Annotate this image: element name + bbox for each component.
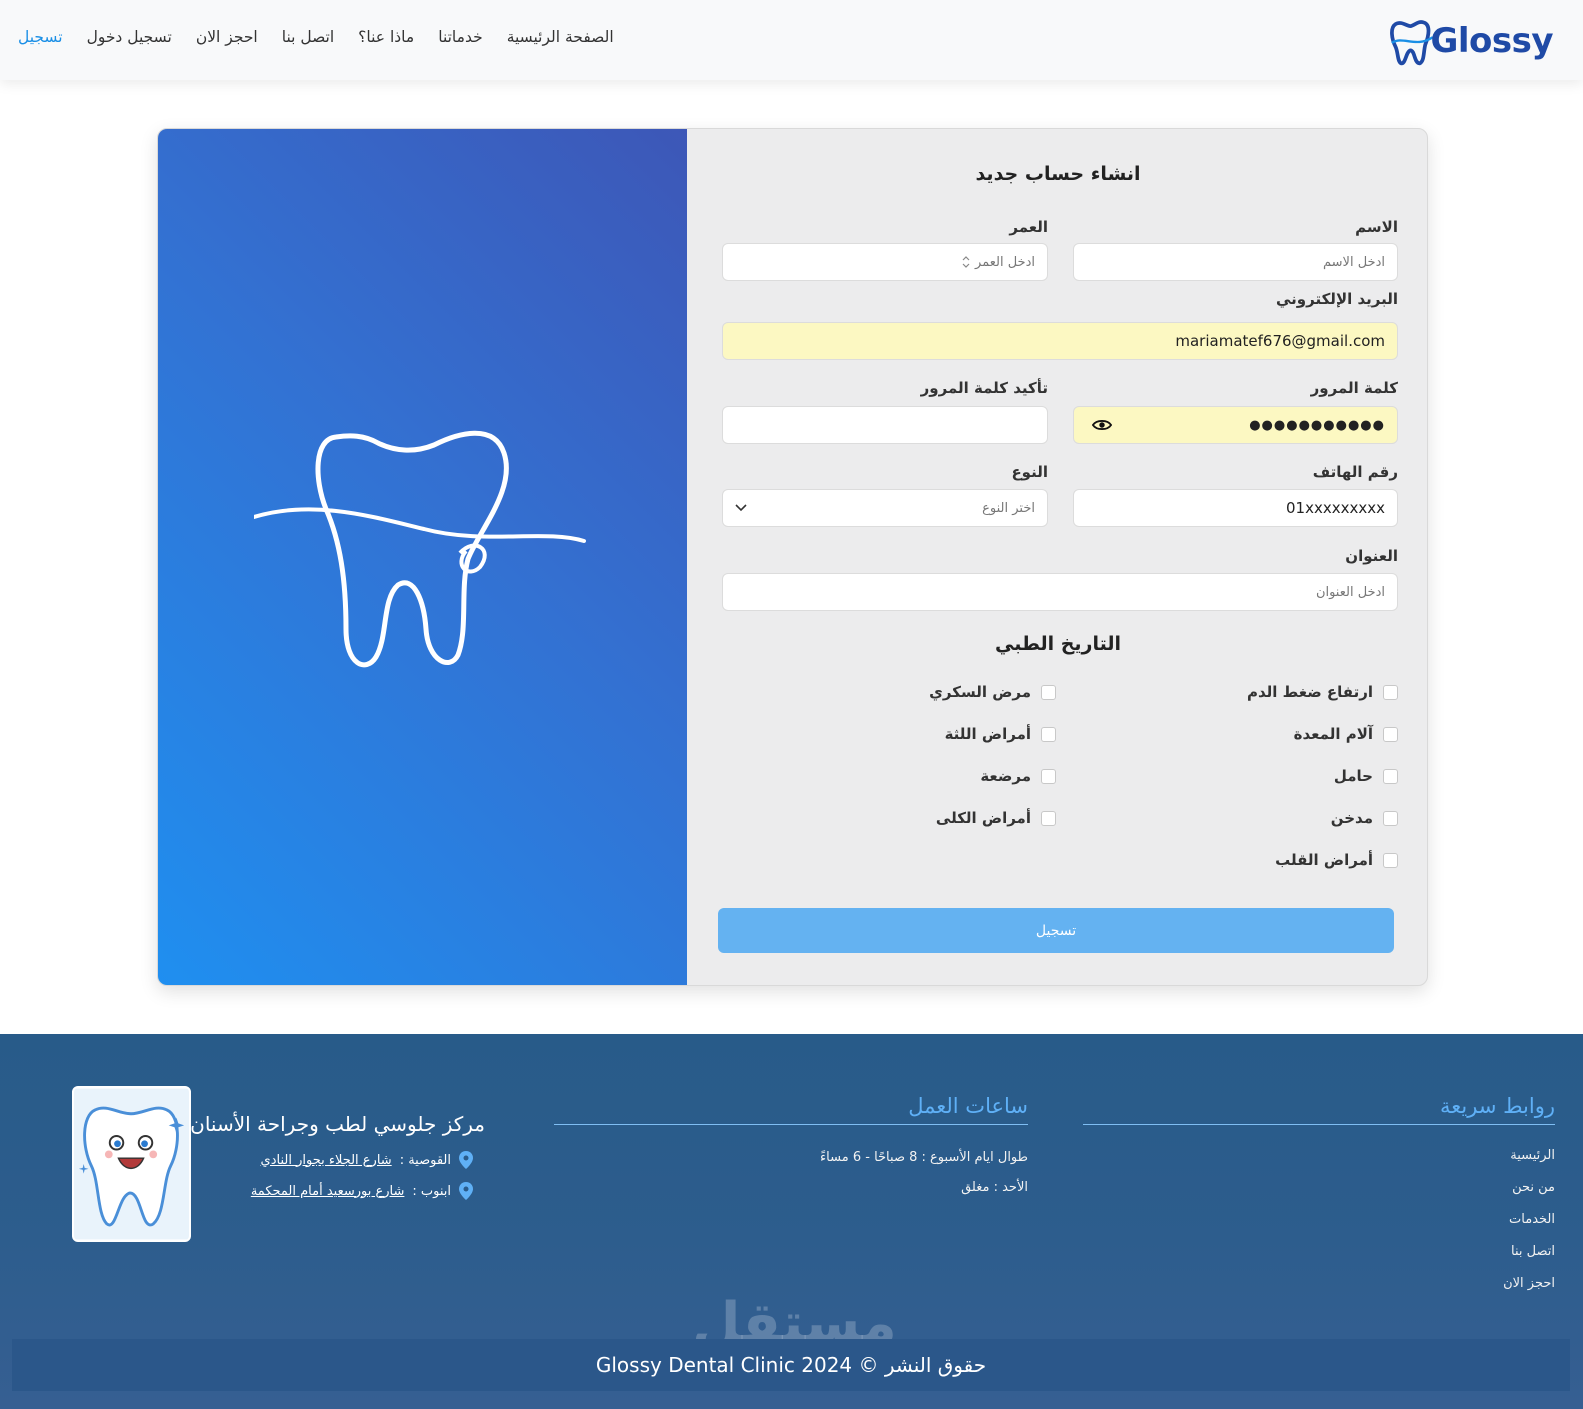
- checkbox-smoker[interactable]: مدخن: [1331, 809, 1398, 827]
- spinner-arrows-icon[interactable]: [961, 255, 971, 269]
- nav-link-about[interactable]: ماذا عنا؟: [358, 28, 414, 46]
- checkbox-diabetes[interactable]: مرض السكري: [929, 683, 1056, 701]
- copyright-bar: حقوق النشر © Glossy Dental Clinic 2024: [12, 1339, 1570, 1391]
- footer-link-book[interactable]: احجز الان: [1503, 1276, 1555, 1291]
- age-input[interactable]: ادخل العمر: [722, 243, 1048, 281]
- confirm-password-input[interactable]: [722, 406, 1048, 444]
- nav-link-services[interactable]: خدماتنا: [438, 28, 482, 46]
- hours-weekdays: طوال ايام الأسبوع : 8 صباحًا - 6 مساءً: [820, 1150, 1028, 1165]
- gender-label: النوع: [1011, 463, 1048, 481]
- location-pin-icon: [459, 1151, 473, 1169]
- logo-text: Glossy: [1430, 21, 1553, 61]
- address-qusiya: القوصية : شارع الجلاء بجوار النادي: [261, 1151, 473, 1169]
- checkbox-stomach-pain[interactable]: آلام المعدة: [1294, 725, 1398, 743]
- card-illustration-panel: [158, 129, 687, 985]
- password-label: كلمة المرور: [1310, 379, 1398, 397]
- checkbox-label: أمراض القلب: [1275, 851, 1373, 869]
- tooth-mascot-image: [72, 1086, 191, 1242]
- age-placeholder: ادخل العمر: [975, 254, 1035, 270]
- checkbox-label: مرضعة: [980, 767, 1031, 785]
- tooth-mascot-icon: [74, 1088, 189, 1240]
- checkbox-breastfeeding[interactable]: مرضعة: [980, 767, 1056, 785]
- email-label: البريد الإلكتروني: [1276, 290, 1398, 308]
- checkbox-label: أمراض اللثة: [944, 725, 1031, 743]
- password-value: ●●●●●●●●●●●: [1249, 417, 1385, 433]
- checkbox-kidney-disease[interactable]: أمراض الكلى: [936, 809, 1056, 827]
- location-pin-icon: [459, 1182, 473, 1200]
- email-input[interactable]: mariamatef676@gmail.com: [722, 322, 1398, 360]
- age-label: العمر: [1009, 218, 1048, 236]
- checkbox-gum-disease[interactable]: أمراض اللثة: [945, 725, 1056, 743]
- checkbox-pregnant[interactable]: حامل: [1334, 767, 1398, 785]
- nav-link-register[interactable]: تسجيل: [18, 28, 63, 46]
- address-prefix: القوصية :: [399, 1152, 451, 1168]
- checkbox-box[interactable]: [1041, 726, 1056, 742]
- address-input[interactable]: ادخل العنوان: [722, 573, 1398, 611]
- brand-logo[interactable]: Glossy: [1388, 12, 1553, 70]
- nav-link-home[interactable]: الصفحة الرئيسية: [507, 28, 614, 46]
- checkbox-heart-disease[interactable]: أمراض القلب: [1275, 851, 1398, 869]
- checkbox-hypertension[interactable]: ارتفاع ضغط الدم: [1247, 683, 1398, 701]
- footer-link-home[interactable]: الرئيسية: [1510, 1148, 1555, 1163]
- name-input[interactable]: ادخل الاسم: [1073, 243, 1398, 281]
- divider: [554, 1124, 1028, 1125]
- checkbox-box[interactable]: [1383, 852, 1398, 868]
- checkbox-label: آلام المعدة: [1293, 725, 1373, 743]
- checkbox-box[interactable]: [1383, 684, 1398, 700]
- address-label: العنوان: [1345, 547, 1398, 565]
- clinic-name: مركز جلوسي لطب وجراحة الأسنان: [190, 1112, 485, 1136]
- password-input[interactable]: ●●●●●●●●●●●: [1073, 406, 1398, 444]
- checkbox-label: ارتفاع ضغط الدم: [1247, 683, 1373, 701]
- checkbox-label: حامل: [1333, 767, 1373, 785]
- address-link[interactable]: شارع الجلاء بجوار النادي: [261, 1153, 392, 1168]
- nav-link-book[interactable]: احجز الان: [196, 28, 258, 46]
- confirm-password-label: تأكيد كلمة المرور: [920, 379, 1048, 397]
- footer-link-about[interactable]: من نحن: [1512, 1180, 1555, 1195]
- checkbox-box[interactable]: [1383, 726, 1398, 742]
- navbar: Glossy الصفحة الرئيسية خدماتنا ماذا عنا؟…: [0, 0, 1583, 80]
- working-hours-heading: ساعات العمل: [908, 1094, 1028, 1118]
- eye-icon[interactable]: [1092, 418, 1112, 432]
- hours-sunday: الأحد : مغلق: [961, 1180, 1028, 1195]
- checkbox-box[interactable]: [1383, 810, 1398, 826]
- footer-link-contact[interactable]: اتصل بنا: [1511, 1244, 1555, 1259]
- footer: روابط سريعة الرئيسية من نحن الخدمات اتصل…: [0, 1034, 1583, 1409]
- name-label: الاسم: [1355, 218, 1398, 236]
- checkbox-label: مرض السكري: [929, 683, 1031, 701]
- tooth-logo-icon: [1390, 20, 1434, 66]
- form-title: انشاء حساب جديد: [975, 163, 1141, 185]
- medical-history-title: التاريخ الطبي: [994, 633, 1122, 655]
- phone-input[interactable]: 01xxxxxxxxx: [1073, 489, 1398, 527]
- checkbox-box[interactable]: [1383, 768, 1398, 784]
- tooth-outline-icon: [254, 430, 586, 668]
- address-link[interactable]: شارع بورسعيد أمام المحكمة: [251, 1184, 405, 1199]
- register-submit-button[interactable]: تسجيل: [718, 908, 1394, 953]
- checkbox-label: مدخن: [1330, 809, 1373, 827]
- checkbox-box[interactable]: [1041, 768, 1056, 784]
- checkbox-label: أمراض الكلى: [935, 809, 1031, 827]
- quick-links-heading: روابط سريعة: [1440, 1094, 1555, 1118]
- address-abnub: ابنوب : شارع بورسعيد أمام المحكمة: [251, 1182, 473, 1200]
- divider: [1083, 1124, 1555, 1125]
- nav-link-login[interactable]: تسجيل دخول: [87, 28, 172, 46]
- nav-links: الصفحة الرئيسية خدماتنا ماذا عنا؟ اتصل ب…: [18, 28, 614, 46]
- chevron-down-icon: [735, 504, 747, 512]
- footer-link-services[interactable]: الخدمات: [1509, 1212, 1555, 1227]
- phone-label: رقم الهاتف: [1312, 463, 1398, 481]
- address-prefix: ابنوب :: [412, 1183, 451, 1199]
- register-card: انشاء حساب جديد الاسم ادخل الاسم العمر ا…: [157, 128, 1428, 986]
- checkbox-box[interactable]: [1041, 684, 1056, 700]
- gender-select[interactable]: اختر النوع: [722, 489, 1048, 527]
- checkbox-box[interactable]: [1041, 810, 1056, 826]
- gender-selected-value: اختر النوع: [982, 500, 1035, 516]
- register-form: انشاء حساب جديد الاسم ادخل الاسم العمر ا…: [687, 129, 1427, 985]
- nav-link-contact[interactable]: اتصل بنا: [282, 28, 334, 46]
